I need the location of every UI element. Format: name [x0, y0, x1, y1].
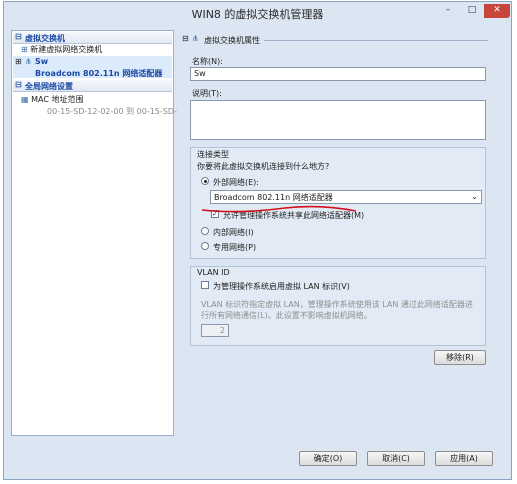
- ok-button[interactable]: 确定(O): [299, 451, 357, 466]
- cancel-button[interactable]: 取消(C): [367, 451, 425, 466]
- apply-button[interactable]: 应用(A): [435, 451, 493, 466]
- red-underline-annotation: [201, 205, 357, 213]
- annotation-overlay: [201, 205, 357, 213]
